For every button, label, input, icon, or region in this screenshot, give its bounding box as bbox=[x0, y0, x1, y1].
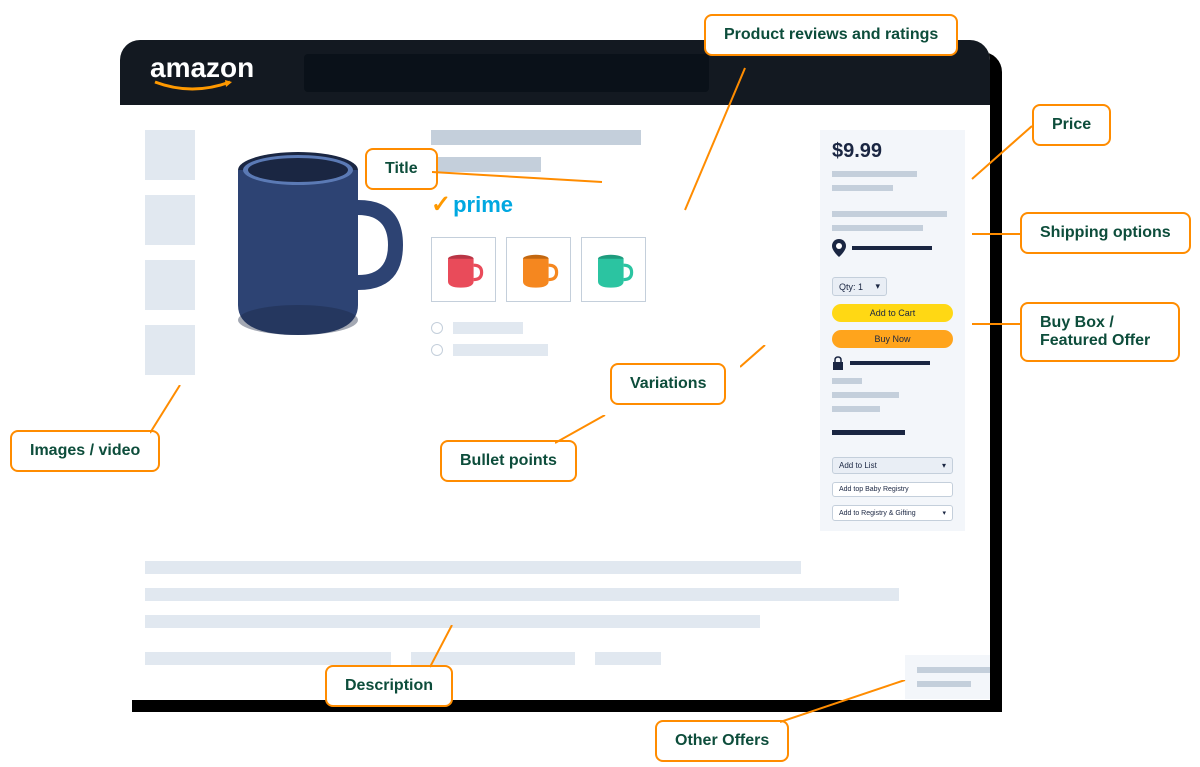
quantity-select[interactable]: Qty: 1 ▾ bbox=[832, 277, 887, 296]
reviews-placeholder bbox=[431, 157, 541, 172]
prime-text: prime bbox=[453, 192, 513, 218]
registry-gifting-label: Add to Registry & Gifting bbox=[839, 510, 916, 517]
bullet-row-2 bbox=[431, 344, 802, 356]
buy-box: $9.99 Qty: 1 ▾ Add to Cart Buy Now bbox=[820, 130, 965, 531]
offer-line bbox=[917, 667, 990, 673]
callout-reviews: Product reviews and ratings bbox=[704, 14, 958, 56]
callout-shipping: Shipping options bbox=[1020, 212, 1191, 254]
desc-chunk bbox=[411, 652, 575, 665]
browser-frame: amazon ✓ prime bbox=[120, 40, 990, 700]
callout-buybox: Buy Box / Featured Offer bbox=[1020, 302, 1180, 362]
lock-icon bbox=[832, 356, 844, 370]
smile-icon bbox=[150, 80, 235, 94]
thumbnail-3[interactable] bbox=[145, 260, 195, 310]
price-sub-line-2 bbox=[832, 185, 893, 191]
callout-images: Images / video bbox=[10, 430, 160, 472]
variation-red[interactable] bbox=[431, 237, 496, 302]
variation-orange[interactable] bbox=[506, 237, 571, 302]
price-sub-line bbox=[832, 171, 917, 177]
callout-bullets: Bullet points bbox=[440, 440, 577, 482]
secure-transaction bbox=[832, 356, 953, 370]
bullet-dot-icon bbox=[431, 322, 443, 334]
desc-row bbox=[145, 652, 965, 679]
chevron-down-icon: ▾ bbox=[942, 509, 946, 517]
bullet-dot-icon bbox=[431, 344, 443, 356]
offer-line bbox=[917, 681, 971, 687]
variation-teal[interactable] bbox=[581, 237, 646, 302]
callout-price: Price bbox=[1032, 104, 1111, 146]
search-input[interactable] bbox=[304, 54, 709, 92]
delivery-location[interactable] bbox=[832, 239, 953, 257]
qty-label: Qty: 1 bbox=[839, 282, 863, 292]
location-pin-icon bbox=[832, 239, 846, 257]
price-text: $9.99 bbox=[832, 140, 953, 163]
callout-title: Title bbox=[365, 148, 438, 190]
secure-text bbox=[850, 361, 930, 365]
detail-line bbox=[832, 378, 862, 384]
desc-chunk bbox=[145, 652, 391, 665]
detail-line bbox=[832, 406, 880, 412]
other-offers-box bbox=[905, 655, 990, 699]
detail-line bbox=[832, 392, 899, 398]
check-icon: ✓ bbox=[431, 190, 451, 219]
thumbnail-2[interactable] bbox=[145, 195, 195, 245]
callout-variations: Variations bbox=[610, 363, 726, 405]
product-title-placeholder bbox=[431, 130, 641, 145]
thumbnail-1[interactable] bbox=[145, 130, 195, 180]
location-text bbox=[852, 246, 932, 250]
add-to-list-label: Add to List bbox=[839, 461, 877, 470]
bullet-text-1 bbox=[453, 322, 523, 334]
shipping-line-2 bbox=[832, 225, 923, 231]
bullet-text-2 bbox=[453, 344, 548, 356]
callout-description: Description bbox=[325, 665, 453, 707]
desc-line bbox=[145, 561, 801, 574]
add-registry-gifting-button[interactable]: Add to Registry & Gifting ▾ bbox=[832, 505, 953, 521]
add-to-list-button[interactable]: Add to List ▾ bbox=[832, 457, 953, 474]
detail-dark-line bbox=[832, 430, 905, 435]
buy-now-button[interactable]: Buy Now bbox=[832, 330, 953, 348]
variation-swatches bbox=[431, 237, 802, 302]
amazon-logo: amazon bbox=[150, 52, 254, 94]
desc-line bbox=[145, 615, 760, 628]
desc-chunk bbox=[595, 652, 661, 665]
thumbnail-4[interactable] bbox=[145, 325, 195, 375]
shipping-line-1 bbox=[832, 211, 947, 217]
desc-line bbox=[145, 588, 899, 601]
prime-badge: ✓ prime bbox=[431, 190, 802, 219]
add-to-cart-button[interactable]: Add to Cart bbox=[832, 304, 953, 322]
bullet-points bbox=[431, 322, 802, 356]
add-baby-registry-button[interactable]: Add top Baby Registry bbox=[832, 482, 953, 497]
bullet-row-1 bbox=[431, 322, 802, 334]
callout-other-offers: Other Offers bbox=[655, 720, 789, 762]
description-section bbox=[120, 531, 990, 699]
chevron-down-icon: ▾ bbox=[942, 461, 946, 470]
chevron-down-icon: ▾ bbox=[875, 281, 880, 292]
